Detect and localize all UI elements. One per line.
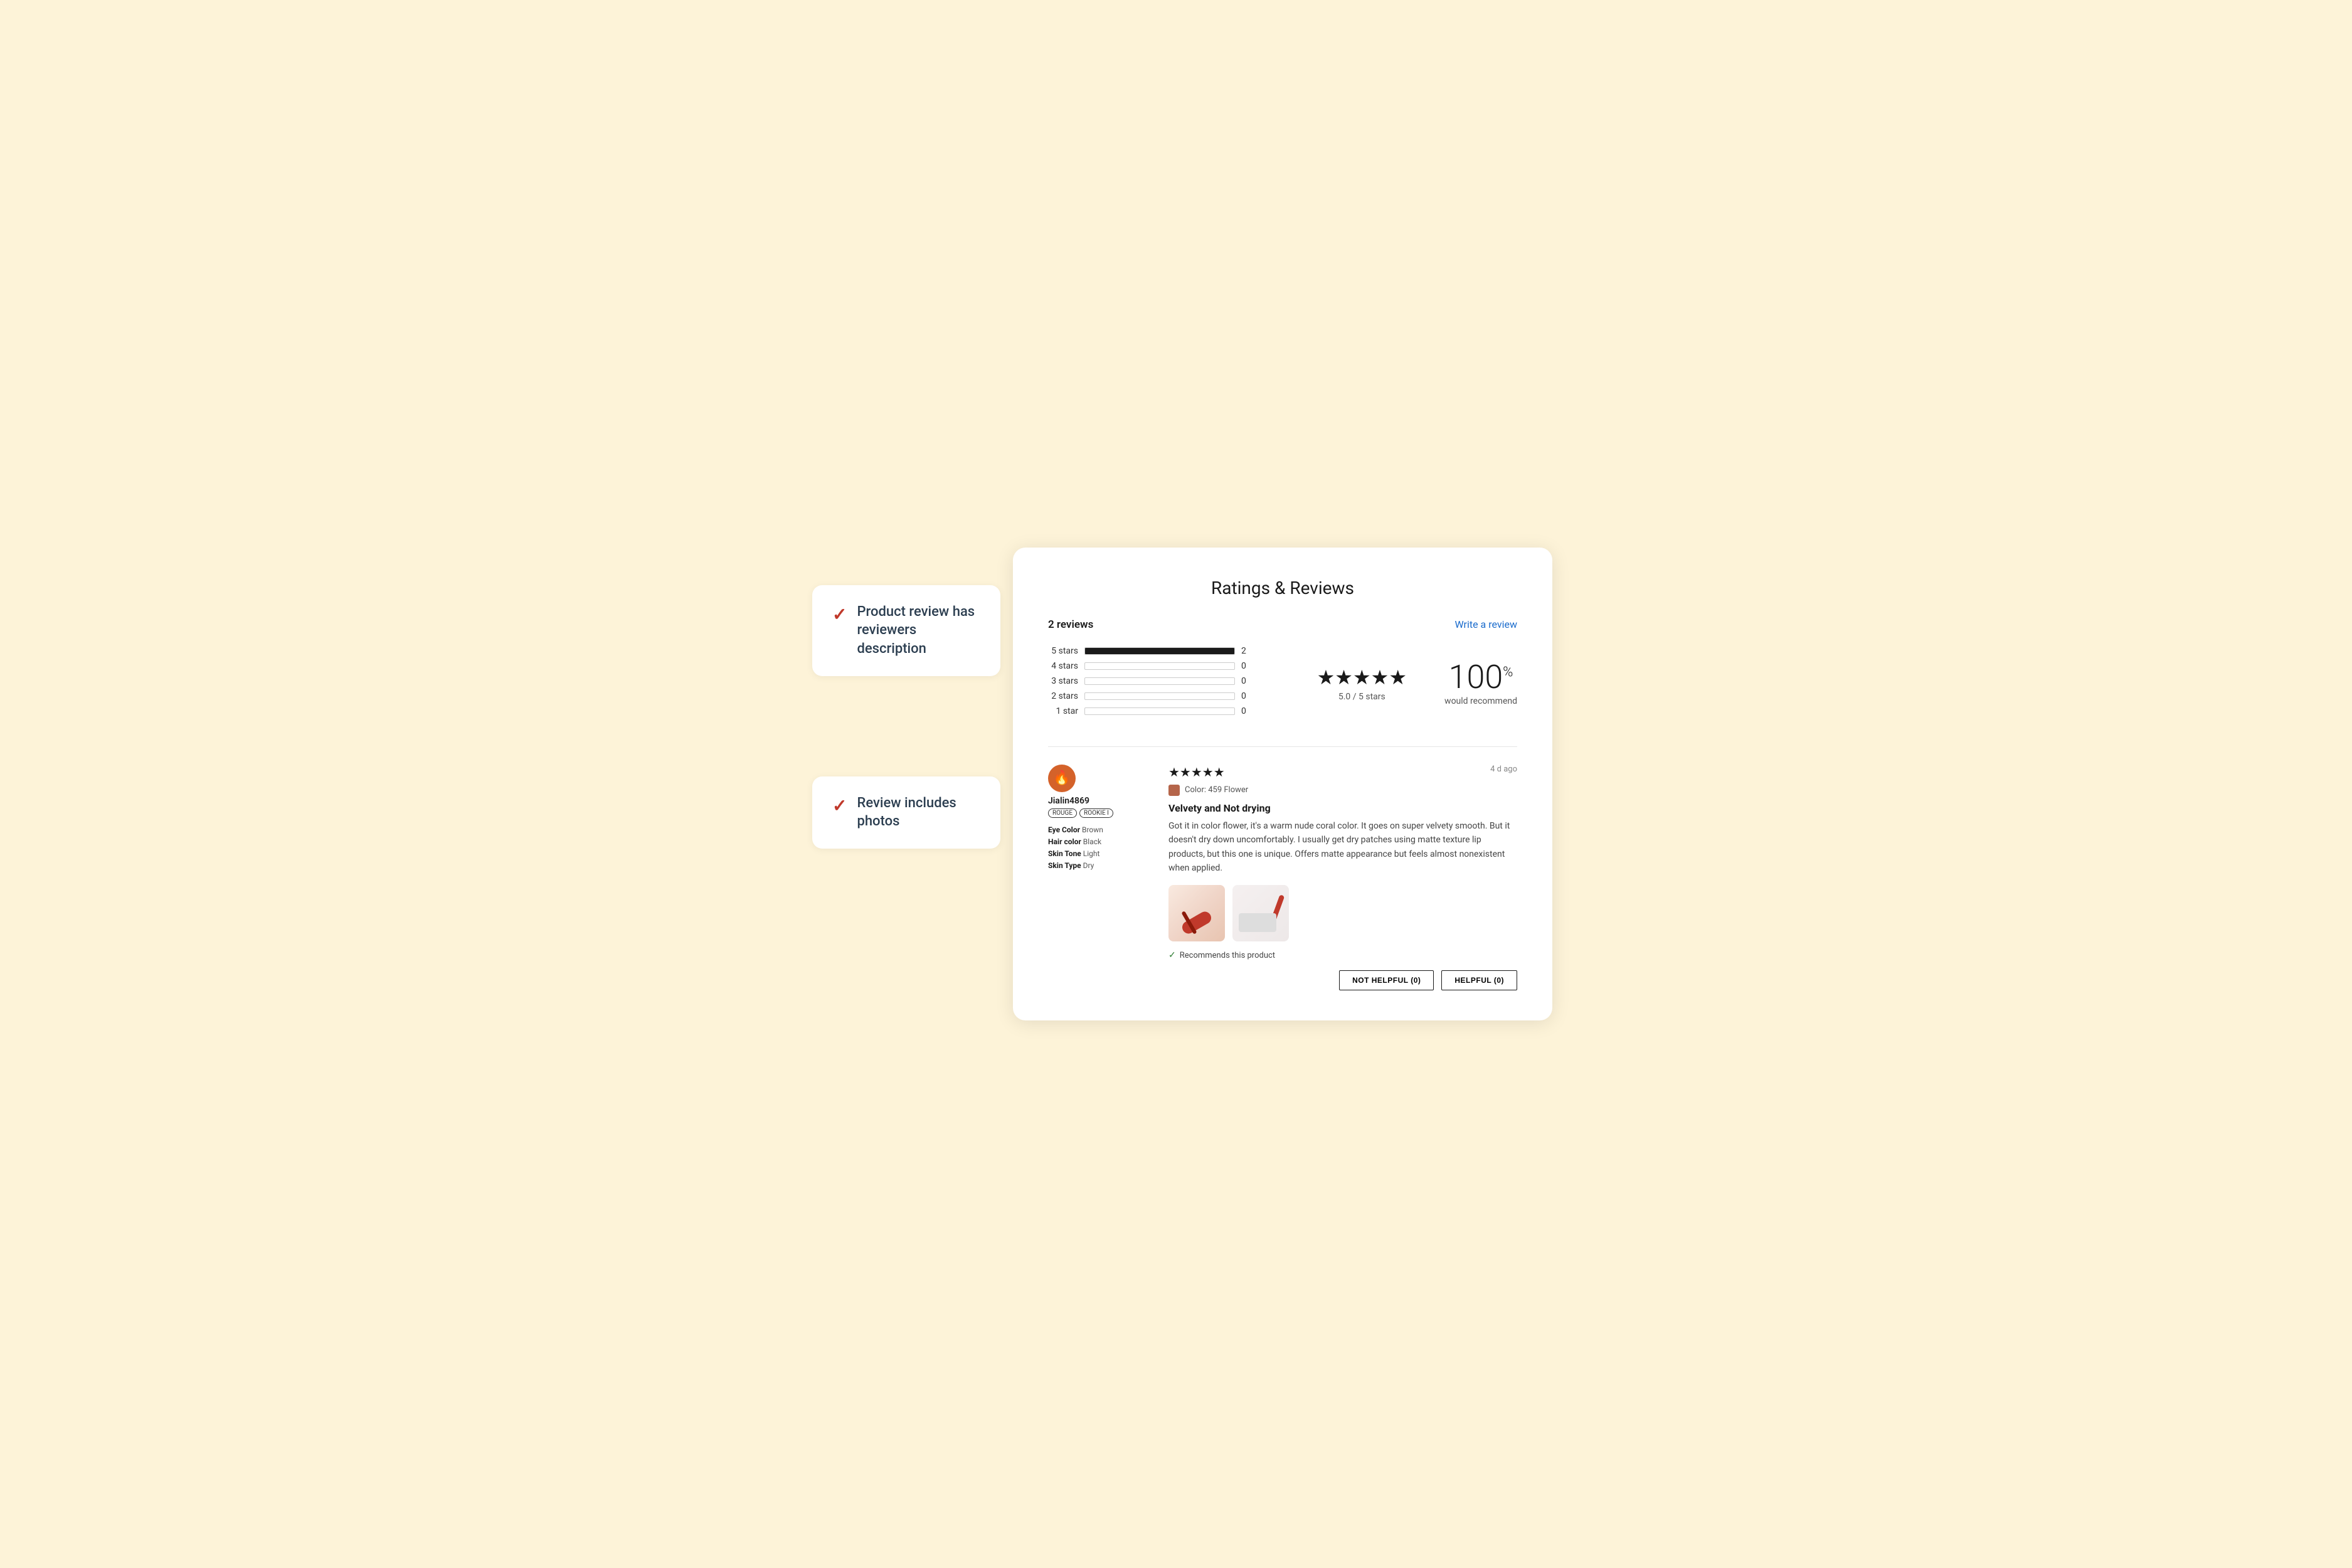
bar-fill bbox=[1085, 648, 1234, 654]
recommend-block: 100% would recommend bbox=[1444, 661, 1517, 706]
review-content: ★★★★★ 4 d ago Color: 459 Flower Velvety … bbox=[1168, 765, 1517, 991]
recommends-check-icon: ✓ bbox=[1168, 950, 1176, 960]
review-photo-1 bbox=[1168, 885, 1225, 941]
star-row: 2 stars 0 bbox=[1048, 691, 1287, 701]
star-label: 5 stars bbox=[1048, 646, 1078, 656]
review-stars: ★★★★★ bbox=[1168, 765, 1225, 780]
ratings-summary: 5 stars 2 4 stars 0 3 stars 0 2 stars 0 bbox=[1048, 646, 1517, 721]
star-row: 5 stars 2 bbox=[1048, 646, 1287, 656]
attr-key: Skin Type bbox=[1048, 861, 1081, 870]
overall-stats: ★★★★★ 5.0 / 5 stars 100% would recommend bbox=[1317, 646, 1517, 721]
star-label: 3 stars bbox=[1048, 676, 1078, 686]
review-photo-2 bbox=[1232, 885, 1289, 941]
recommends-row: ✓ Recommends this product bbox=[1168, 950, 1517, 960]
rating-number: 5.0 / 5 stars bbox=[1317, 692, 1407, 702]
star-label: 1 star bbox=[1048, 706, 1078, 716]
annotation-panel: ✓ Product review has reviewers descripti… bbox=[800, 548, 1013, 886]
review-photos bbox=[1168, 885, 1517, 941]
color-swatch bbox=[1168, 785, 1180, 796]
attr-key: Eye Color bbox=[1048, 825, 1080, 834]
reviewer-info: 🔥 Jialin4869 ROUGEROOKIE I Eye Color Bro… bbox=[1048, 765, 1148, 991]
check-icon-1: ✓ bbox=[832, 604, 847, 625]
reviewer-badge: ROOKIE I bbox=[1079, 808, 1113, 818]
review-date: 4 d ago bbox=[1490, 765, 1517, 774]
check-icon-2: ✓ bbox=[832, 795, 847, 816]
divider bbox=[1048, 746, 1517, 747]
review-body: Got it in color flower, it's a warm nude… bbox=[1168, 819, 1517, 876]
review-item: 🔥 Jialin4869 ROUGEROOKIE I Eye Color Bro… bbox=[1048, 765, 1517, 991]
header-row: 2 reviews Write a review bbox=[1048, 618, 1517, 631]
helpful-button[interactable]: HELPFUL (0) bbox=[1441, 970, 1517, 990]
bar-count: 2 bbox=[1241, 646, 1251, 656]
reviewer-attr: Skin Tone Light bbox=[1048, 848, 1148, 860]
recommend-label: would recommend bbox=[1444, 696, 1517, 706]
reviewer-badge: ROUGE bbox=[1048, 808, 1077, 818]
bar-track bbox=[1084, 662, 1235, 670]
reviewer-avatar: 🔥 bbox=[1048, 765, 1076, 792]
recommends-text: Recommends this product bbox=[1180, 951, 1275, 960]
star-row: 3 stars 0 bbox=[1048, 676, 1287, 686]
reviewer-badges: ROUGEROOKIE I bbox=[1048, 808, 1148, 818]
star-bars: 5 stars 2 4 stars 0 3 stars 0 2 stars 0 bbox=[1048, 646, 1287, 721]
color-text: Color: 459 Flower bbox=[1185, 785, 1248, 795]
main-card: Ratings & Reviews 2 reviews Write a revi… bbox=[1013, 548, 1552, 1021]
reviewer-attr: Skin Type Dry bbox=[1048, 860, 1148, 872]
stars-display: ★★★★★ bbox=[1317, 665, 1407, 689]
reviewer-attrs: Eye Color BrownHair color BlackSkin Tone… bbox=[1048, 824, 1148, 872]
star-row: 1 star 0 bbox=[1048, 706, 1287, 716]
reviews-count: 2 reviews bbox=[1048, 618, 1093, 631]
review-color-tag: Color: 459 Flower bbox=[1168, 785, 1517, 796]
attr-key: Skin Tone bbox=[1048, 849, 1081, 858]
annotation-card-1: ✓ Product review has reviewers descripti… bbox=[812, 585, 1000, 676]
page-title: Ratings & Reviews bbox=[1048, 578, 1517, 598]
star-label: 2 stars bbox=[1048, 691, 1078, 701]
page-container: ✓ Product review has reviewers descripti… bbox=[800, 548, 1552, 1021]
attr-key: Hair color bbox=[1048, 837, 1081, 846]
not-helpful-button[interactable]: NOT HELPFUL (0) bbox=[1339, 970, 1434, 990]
review-title: Velvety and Not drying bbox=[1168, 802, 1517, 814]
reviewer-attr: Hair color Black bbox=[1048, 836, 1148, 848]
reviewer-attr: Eye Color Brown bbox=[1048, 824, 1148, 836]
rating-block: ★★★★★ 5.0 / 5 stars bbox=[1317, 665, 1407, 702]
bar-count: 0 bbox=[1241, 706, 1251, 716]
write-review-link[interactable]: Write a review bbox=[1454, 618, 1517, 630]
review-top-row: ★★★★★ 4 d ago bbox=[1168, 765, 1517, 780]
helpful-row: NOT HELPFUL (0) HELPFUL (0) bbox=[1168, 970, 1517, 990]
bar-track bbox=[1084, 692, 1235, 700]
bar-track bbox=[1084, 647, 1235, 655]
bar-track bbox=[1084, 677, 1235, 685]
bar-count: 0 bbox=[1241, 691, 1251, 701]
annotation-card-2: ✓ Review includes photos bbox=[812, 776, 1000, 849]
bar-count: 0 bbox=[1241, 661, 1251, 671]
star-row: 4 stars 0 bbox=[1048, 661, 1287, 671]
bar-track bbox=[1084, 707, 1235, 715]
annotation-text-1: Product review has reviewers description bbox=[857, 603, 980, 659]
reviewer-name: Jialin4869 bbox=[1048, 796, 1148, 806]
star-label: 4 stars bbox=[1048, 661, 1078, 671]
bar-count: 0 bbox=[1241, 676, 1251, 686]
recommend-pct: 100% bbox=[1444, 661, 1517, 694]
annotation-text-2: Review includes photos bbox=[857, 794, 980, 831]
